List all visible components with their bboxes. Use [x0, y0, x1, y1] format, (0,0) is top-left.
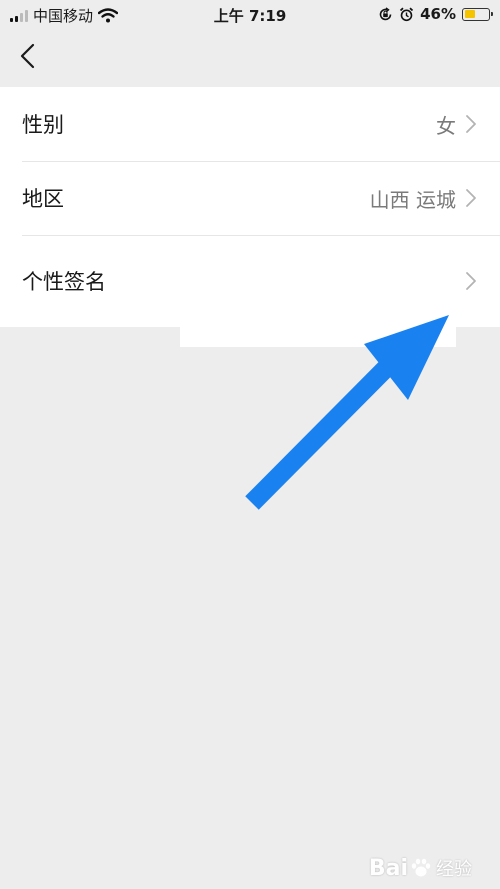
status-right: 46% — [378, 5, 493, 23]
watermark-suffix: 经验 — [436, 859, 472, 880]
alarm-clock-icon — [399, 7, 414, 21]
list-item-value: 山西 运城 — [369, 187, 456, 212]
battery-level — [464, 10, 475, 18]
profile-settings-list: 性别 女 地区 山西 运城 个性签名 — [0, 87, 500, 327]
list-item-region[interactable]: 地区 山西 运城 — [0, 161, 500, 235]
chevron-right-icon — [466, 115, 476, 133]
back-button[interactable] — [12, 40, 46, 74]
status-bar: 中国移动 上午 7:19 46% — [0, 0, 500, 28]
list-item-label: 地区 — [22, 187, 64, 211]
list-item-signature[interactable]: 个性签名 — [0, 235, 500, 327]
watermark-brand: Bai — [368, 855, 408, 881]
chevron-right-icon — [466, 189, 476, 207]
baidu-jingyan-watermark: Bai 经验 — [369, 855, 472, 881]
navigation-bar — [0, 28, 500, 86]
battery-percentage: 46% — [420, 5, 456, 23]
white-patch — [180, 326, 456, 347]
list-item-gender[interactable]: 性别 女 — [0, 87, 500, 161]
list-item-value: 女 — [436, 113, 456, 138]
chevron-left-icon — [20, 43, 35, 69]
rotation-lock-icon — [379, 6, 392, 20]
annotation-arrow-shaft — [245, 349, 405, 510]
paw-icon — [411, 858, 431, 877]
battery-icon — [462, 7, 493, 21]
list-item-label: 个性签名 — [22, 270, 106, 294]
chevron-right-icon — [466, 272, 476, 290]
list-item-label: 性别 — [22, 113, 64, 137]
